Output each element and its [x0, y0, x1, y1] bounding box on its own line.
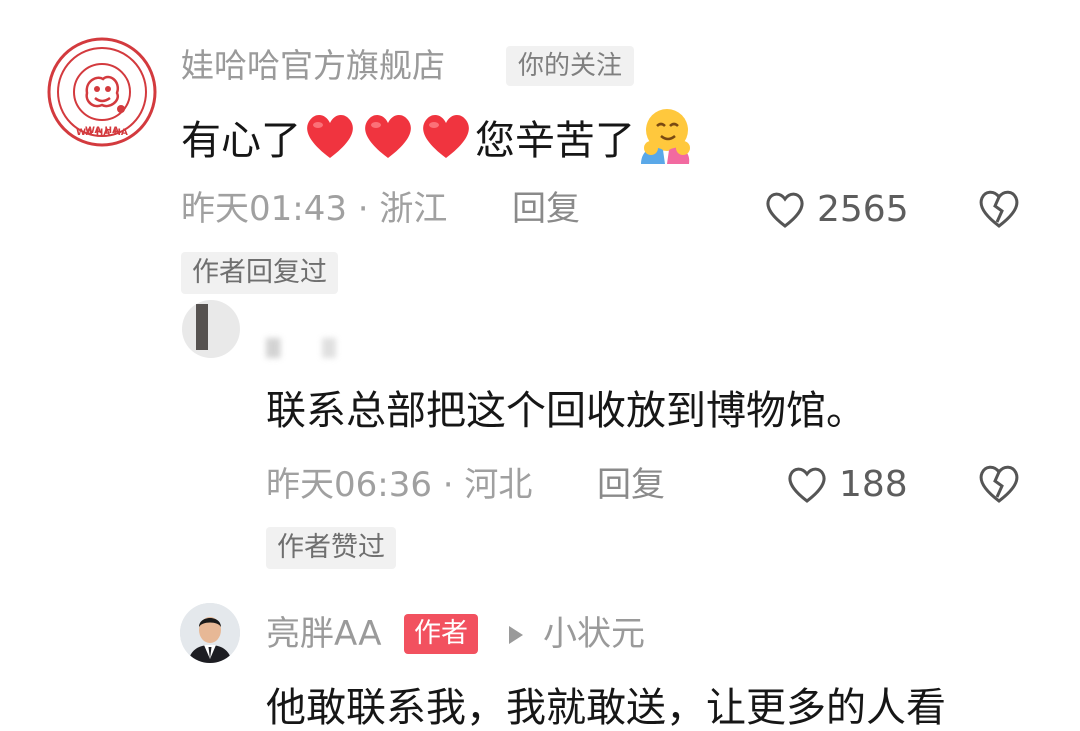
blurred-username	[266, 338, 356, 358]
author-avatar[interactable]	[180, 603, 240, 663]
brand-logo-avatar[interactable]: WA HA HA WA HA	[47, 37, 157, 147]
hugging-face-emoji-icon	[641, 109, 690, 164]
like-count: 2565	[817, 188, 909, 230]
heart-outline-icon	[788, 467, 826, 503]
comment-username[interactable]: 亮胖AA	[266, 612, 381, 656]
comment-text: 他敢联系我，我就敢送，让更多的人看	[266, 685, 946, 731]
broken-heart-icon[interactable]	[975, 461, 1023, 505]
like-button[interactable]: 188	[785, 461, 908, 507]
comment-time-location: 昨天06:36 · 河北	[266, 465, 533, 505]
svg-text:WA HA: WA HA	[85, 126, 119, 136]
reply-button[interactable]: 回复	[597, 463, 665, 507]
comment-text: 有心了 您辛苦了	[181, 106, 695, 169]
comment-username[interactable]: 娃哈哈官方旗舰店	[181, 44, 445, 88]
reply-button[interactable]: 回复	[512, 187, 580, 231]
author-liked-tag: 作者赞过	[266, 527, 396, 569]
broken-heart-icon[interactable]	[975, 186, 1023, 230]
author-badge: 作者	[404, 614, 478, 654]
comment-text: 联系总部把这个回收放到博物馆。	[266, 388, 866, 434]
red-heart-emoji-icon	[365, 114, 411, 158]
right-triangle-icon	[509, 626, 523, 644]
follow-status-tag: 你的关注	[506, 46, 635, 86]
comment-time-location: 昨天01:43 · 浙江	[181, 189, 448, 229]
heart-outline-icon	[766, 192, 804, 228]
like-count: 188	[839, 463, 908, 505]
like-button[interactable]: 2565	[763, 186, 909, 232]
comment-text-part: 您辛苦了	[475, 118, 635, 164]
reply-to-username[interactable]: 小状元	[543, 612, 645, 656]
comment-section: WA HA HA WA HA 娃哈哈官方旗舰店 你的关注 有心了 您辛苦了 昨天0…	[0, 0, 1080, 731]
red-heart-emoji-icon	[423, 114, 469, 158]
user-avatar[interactable]	[182, 300, 240, 358]
comment-text-part: 有心了	[181, 118, 301, 164]
red-heart-emoji-icon	[307, 114, 353, 158]
author-replied-tag: 作者回复过	[181, 252, 338, 294]
